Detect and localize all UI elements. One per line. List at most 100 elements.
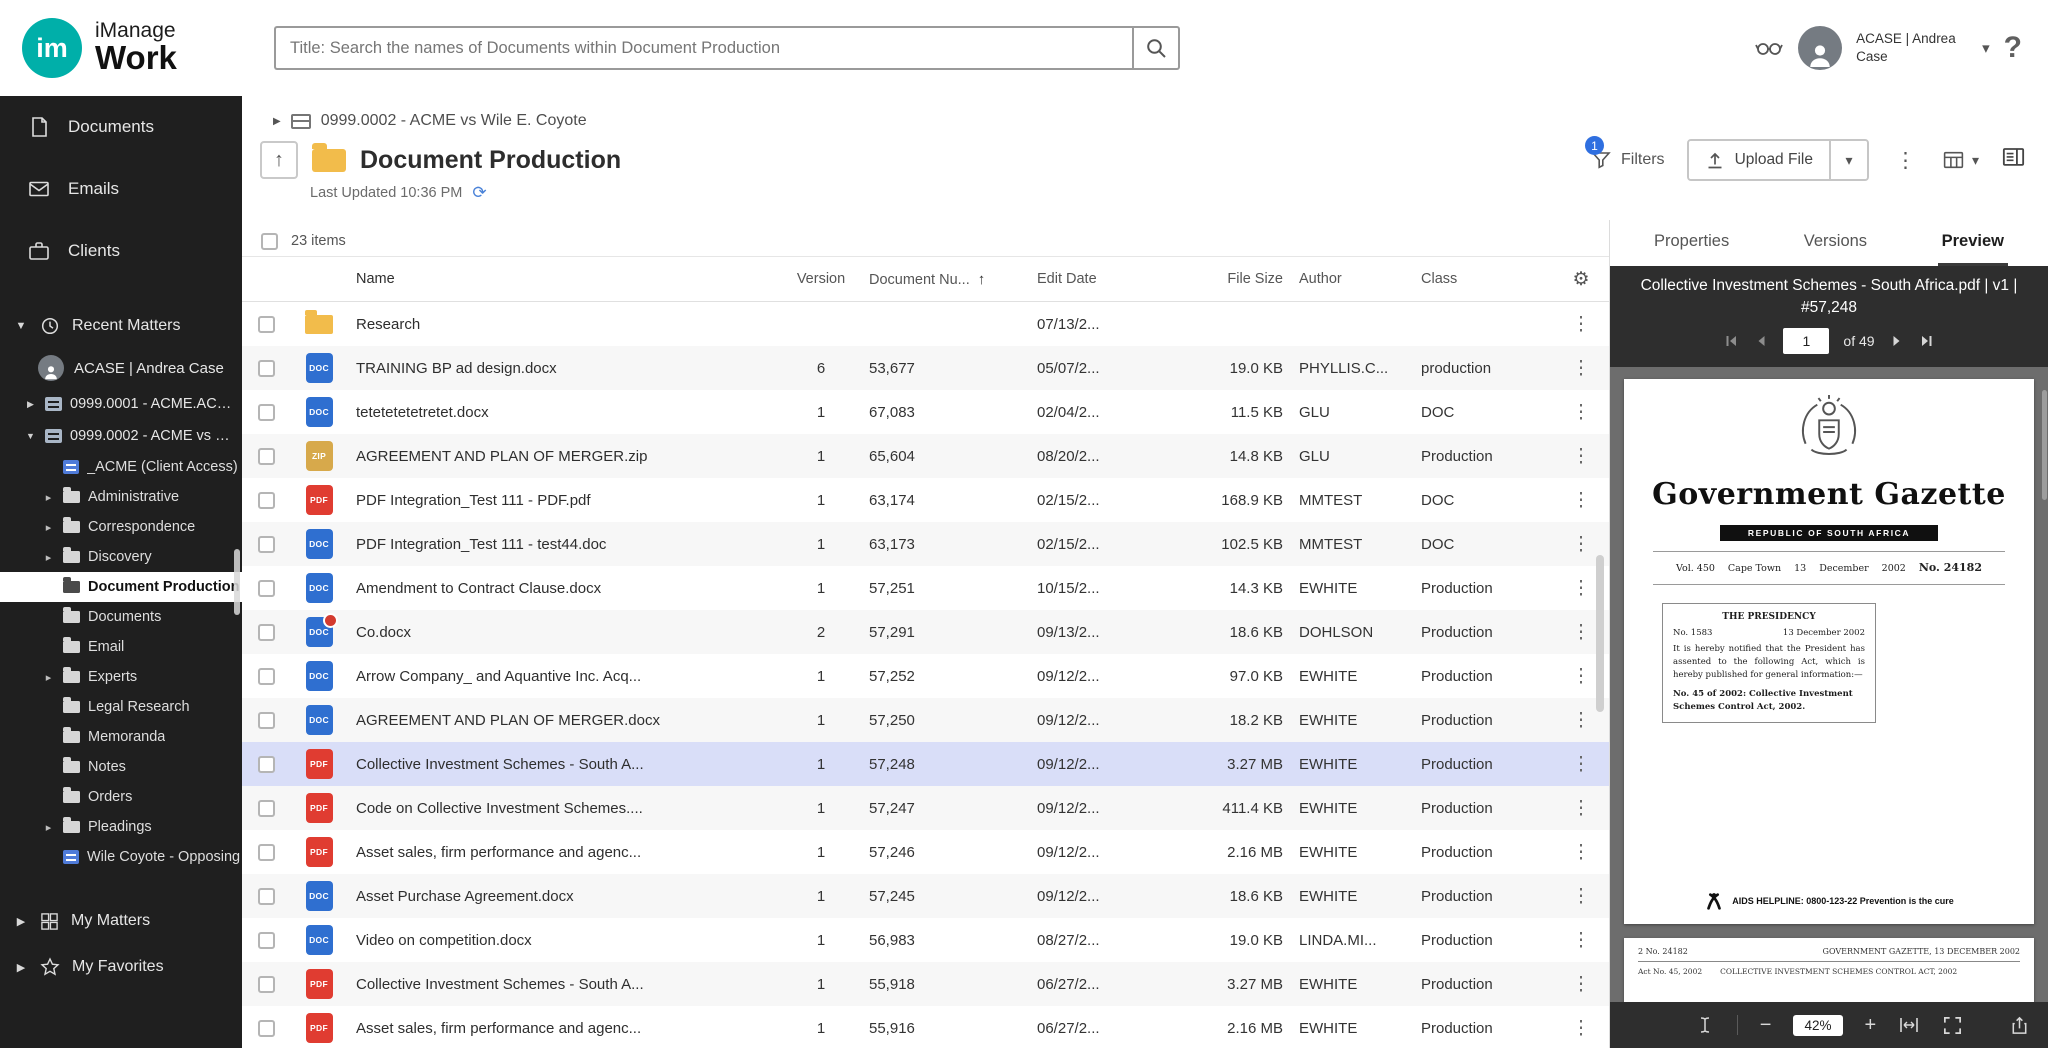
tab-properties[interactable]: Properties xyxy=(1650,220,1733,266)
document-name[interactable]: PDF Integration_Test 111 - PDF.pdf xyxy=(348,492,781,509)
row-menu-kebab-icon[interactable]: ⋮ xyxy=(1553,489,1609,512)
document-row[interactable]: DOC tetetetetetretet.docx 1 67,083 02/04… xyxy=(242,390,1609,434)
row-menu-kebab-icon[interactable]: ⋮ xyxy=(1553,401,1609,424)
zoom-out-button[interactable]: − xyxy=(1760,1014,1772,1037)
search-input[interactable] xyxy=(274,26,1132,70)
row-checkbox[interactable] xyxy=(258,800,275,817)
collapse-triangle-icon[interactable]: ▼ xyxy=(14,320,28,332)
row-menu-kebab-icon[interactable]: ⋮ xyxy=(1553,841,1609,864)
help-icon[interactable]: ? xyxy=(2004,31,2022,65)
sidebar-folder-item[interactable]: ▸ Experts xyxy=(0,662,242,692)
sidebar-folder-item[interactable]: Wile Coyote - Opposing xyxy=(0,842,242,872)
sidebar-item-documents[interactable]: Documents xyxy=(0,96,242,158)
row-checkbox[interactable] xyxy=(258,360,275,377)
document-name[interactable]: Asset Purchase Agreement.docx xyxy=(348,888,781,905)
user-menu-chevron-icon[interactable]: ▾ xyxy=(1982,39,1990,57)
fullscreen-button[interactable] xyxy=(1942,1015,1963,1036)
document-row[interactable]: PDF Collective Investment Schemes - Sout… xyxy=(242,742,1609,786)
row-checkbox[interactable] xyxy=(258,404,275,421)
column-header-class[interactable]: Class xyxy=(1413,271,1553,287)
first-page-button[interactable] xyxy=(1723,333,1739,349)
document-row[interactable]: ZIP AGREEMENT AND PLAN OF MERGER.zip 1 6… xyxy=(242,434,1609,478)
sidebar-scrollbar[interactable] xyxy=(234,549,240,615)
go-up-button[interactable]: ↑ xyxy=(260,141,298,179)
pdf-preview-area[interactable]: Government Gazette REPUBLIC OF SOUTH AFR… xyxy=(1610,367,2048,1002)
document-name[interactable]: Video on competition.docx xyxy=(348,932,781,949)
document-name[interactable]: tetetetetetretet.docx xyxy=(348,404,781,421)
sidebar-folder-item[interactable]: Legal Research xyxy=(0,692,242,722)
upload-options-dropdown[interactable]: ▾ xyxy=(1829,141,1867,179)
document-row[interactable]: Research 07/13/2... ⋮ xyxy=(242,302,1609,346)
row-menu-kebab-icon[interactable]: ⋮ xyxy=(1553,357,1609,380)
text-select-icon[interactable] xyxy=(1695,1015,1715,1035)
row-menu-kebab-icon[interactable]: ⋮ xyxy=(1553,797,1609,820)
sidebar-folder-item[interactable]: ▸ Correspondence xyxy=(0,512,242,542)
next-page-button[interactable] xyxy=(1889,333,1905,349)
expand-chevron-icon[interactable]: ▸ xyxy=(42,521,55,534)
glasses-icon[interactable] xyxy=(1754,38,1784,58)
column-header-author[interactable]: Author xyxy=(1291,271,1413,287)
document-name[interactable]: Amendment to Contract Clause.docx xyxy=(348,580,781,597)
sidebar-folder-item[interactable]: Notes xyxy=(0,752,242,782)
document-row[interactable]: PDF PDF Integration_Test 111 - PDF.pdf 1… xyxy=(242,478,1609,522)
row-menu-kebab-icon[interactable]: ⋮ xyxy=(1553,973,1609,996)
column-header-edit-date[interactable]: Edit Date xyxy=(1029,271,1179,287)
my-matters-section[interactable]: ▶ My Matters xyxy=(0,898,242,944)
sidebar-folder-item[interactable]: Email xyxy=(0,632,242,662)
document-row[interactable]: DOC Asset Purchase Agreement.docx 1 57,2… xyxy=(242,874,1609,918)
tab-versions[interactable]: Versions xyxy=(1800,220,1871,266)
view-selector-button[interactable]: ▾ xyxy=(1942,149,1979,172)
sidebar-folder-item[interactable]: Memoranda xyxy=(0,722,242,752)
sidebar-folder-item[interactable]: ▸ Administrative xyxy=(0,482,242,512)
document-name[interactable]: TRAINING BP ad design.docx xyxy=(348,360,781,377)
more-actions-kebab-icon[interactable]: ⋮ xyxy=(1891,148,1920,173)
document-name[interactable]: Collective Investment Schemes - South A.… xyxy=(348,976,781,993)
expand-chevron-icon[interactable]: ▸ xyxy=(42,671,55,684)
document-row[interactable]: DOC Arrow Company_ and Aquantive Inc. Ac… xyxy=(242,654,1609,698)
fit-width-button[interactable] xyxy=(1898,1014,1920,1036)
document-name[interactable]: Asset sales, firm performance and agenc.… xyxy=(348,1020,781,1037)
row-menu-kebab-icon[interactable]: ⋮ xyxy=(1553,533,1609,556)
document-name[interactable]: Asset sales, firm performance and agenc.… xyxy=(348,844,781,861)
sidebar-user-item[interactable]: ACASE | Andrea Case xyxy=(0,348,242,388)
document-name[interactable]: Arrow Company_ and Aquantive Inc. Acq... xyxy=(348,668,781,685)
sidebar-folder-item[interactable]: Documents xyxy=(0,602,242,632)
select-all-checkbox[interactable] xyxy=(261,233,278,250)
document-row[interactable]: PDF Code on Collective Investment Scheme… xyxy=(242,786,1609,830)
row-checkbox[interactable] xyxy=(258,580,275,597)
document-row[interactable]: DOC Amendment to Contract Clause.docx 1 … xyxy=(242,566,1609,610)
document-name[interactable]: AGREEMENT AND PLAN OF MERGER.zip xyxy=(348,448,781,465)
row-menu-kebab-icon[interactable]: ⋮ xyxy=(1553,753,1609,776)
expand-triangle-icon[interactable]: ▶ xyxy=(14,915,28,928)
row-menu-kebab-icon[interactable]: ⋮ xyxy=(1553,313,1609,336)
sidebar-folder-item[interactable]: _ACME (Client Access) xyxy=(0,452,242,482)
sidebar-matter-0999-0002[interactable]: ▼ 0999.0002 - ACME vs Wile xyxy=(0,420,242,452)
row-checkbox[interactable] xyxy=(258,888,275,905)
collapse-triangle-icon[interactable]: ▼ xyxy=(24,431,37,441)
row-checkbox[interactable] xyxy=(258,932,275,949)
row-checkbox[interactable] xyxy=(258,712,275,729)
document-row[interactable]: PDF Asset sales, firm performance and ag… xyxy=(242,1006,1609,1048)
sidebar-matter-0999-0001[interactable]: ▶ 0999.0001 - ACME.ACME M... xyxy=(0,388,242,420)
document-name[interactable]: Code on Collective Investment Schemes...… xyxy=(348,800,781,817)
row-checkbox[interactable] xyxy=(258,756,275,773)
last-page-button[interactable] xyxy=(1919,333,1935,349)
row-menu-kebab-icon[interactable]: ⋮ xyxy=(1553,1017,1609,1040)
row-checkbox[interactable] xyxy=(258,624,275,641)
breadcrumb-expand-icon[interactable]: ▶ xyxy=(273,116,281,127)
column-header-document-number[interactable]: Document Nu...↑ xyxy=(861,271,1029,288)
panel-scrollbar[interactable] xyxy=(2042,390,2047,500)
sidebar-item-clients[interactable]: Clients xyxy=(0,220,242,282)
zoom-level[interactable]: 42% xyxy=(1793,1015,1842,1036)
document-row[interactable]: DOC Co.docx 2 57,291 09/13/2... 18.6 KB … xyxy=(242,610,1609,654)
expand-chevron-icon[interactable]: ▸ xyxy=(42,551,55,564)
expand-chevron-icon[interactable]: ▸ xyxy=(42,821,55,834)
column-header-name[interactable]: Name xyxy=(348,271,781,287)
document-row[interactable]: PDF Collective Investment Schemes - Sout… xyxy=(242,962,1609,1006)
row-checkbox[interactable] xyxy=(258,492,275,509)
sidebar-folder-item[interactable]: ▸ Discovery xyxy=(0,542,242,572)
sidebar-folder-item[interactable]: Orders xyxy=(0,782,242,812)
row-checkbox[interactable] xyxy=(258,844,275,861)
filters-button[interactable]: 1 Filters xyxy=(1590,149,1665,171)
document-row[interactable]: DOC PDF Integration_Test 111 - test44.do… xyxy=(242,522,1609,566)
